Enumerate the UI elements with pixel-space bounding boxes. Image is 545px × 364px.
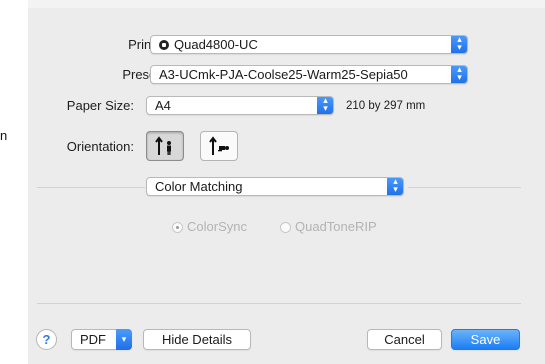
hide-details-button[interactable]: Hide Details <box>143 329 251 350</box>
landscape-orientation-button[interactable] <box>200 131 238 161</box>
section-popup[interactable]: Color Matching ▴ ▾ <box>146 177 404 196</box>
paper-size-label: Paper Size: <box>66 98 134 113</box>
divider-right <box>408 187 521 188</box>
cancel-button[interactable]: Cancel <box>367 329 442 350</box>
quadtonerip-option[interactable]: QuadToneRIP <box>280 219 377 234</box>
pdf-label: PDF <box>80 332 106 347</box>
section-popup-arrows-icon: ▴ ▾ <box>387 178 403 195</box>
quadtonerip-radio[interactable] <box>280 222 291 233</box>
printer-status-icon <box>159 40 169 50</box>
footer-divider <box>37 303 521 304</box>
save-button[interactable]: Save <box>451 329 520 350</box>
pdf-chevron-down-icon: ▾ <box>116 329 132 350</box>
sheet-top-strip <box>28 0 545 8</box>
colorsync-option[interactable]: ColorSync <box>172 219 247 234</box>
orientation-label: Orientation: <box>66 139 134 154</box>
presets-popup-arrows-icon: ▴ ▾ <box>451 66 467 83</box>
paper-size-value: A4 <box>155 98 171 113</box>
help-button[interactable]: ? <box>36 329 57 350</box>
colorsync-label: ColorSync <box>187 219 247 234</box>
presets-label: Presets: <box>122 67 170 82</box>
paper-size-popup-arrows-icon: ▴ ▾ <box>317 97 333 114</box>
printer-popup[interactable]: Quad4800-UC ▴ ▾ <box>150 35 468 54</box>
divider-left <box>37 187 145 188</box>
printer-popup-arrows-icon: ▴ ▾ <box>451 36 467 53</box>
portrait-orientation-button[interactable] <box>146 131 184 161</box>
printer-label: Printer: <box>20 37 170 52</box>
printer-value: Quad4800-UC <box>174 37 258 52</box>
quadtonerip-label: QuadToneRIP <box>295 219 377 234</box>
presets-value: A3-UCmk-PJA-Coolse25-Warm25-Sepia50 <box>159 67 408 82</box>
colorsync-radio[interactable] <box>172 222 183 233</box>
portrait-icon <box>155 136 171 155</box>
pdf-menu-button[interactable]: PDF ▾ <box>71 329 132 350</box>
landscape-icon <box>209 136 229 155</box>
paper-size-popup[interactable]: A4 ▴ ▾ <box>146 96 334 115</box>
presets-popup[interactable]: A3-UCmk-PJA-Coolse25-Warm25-Sepia50 ▴ ▾ <box>150 65 468 84</box>
section-popup-value: Color Matching <box>155 179 243 194</box>
print-dialog-sheet: Printer: Quad4800-UC ▴▾ Presets: A3-UCmk… <box>28 0 545 364</box>
paper-dimensions: 210 by 297 mm <box>346 100 426 112</box>
